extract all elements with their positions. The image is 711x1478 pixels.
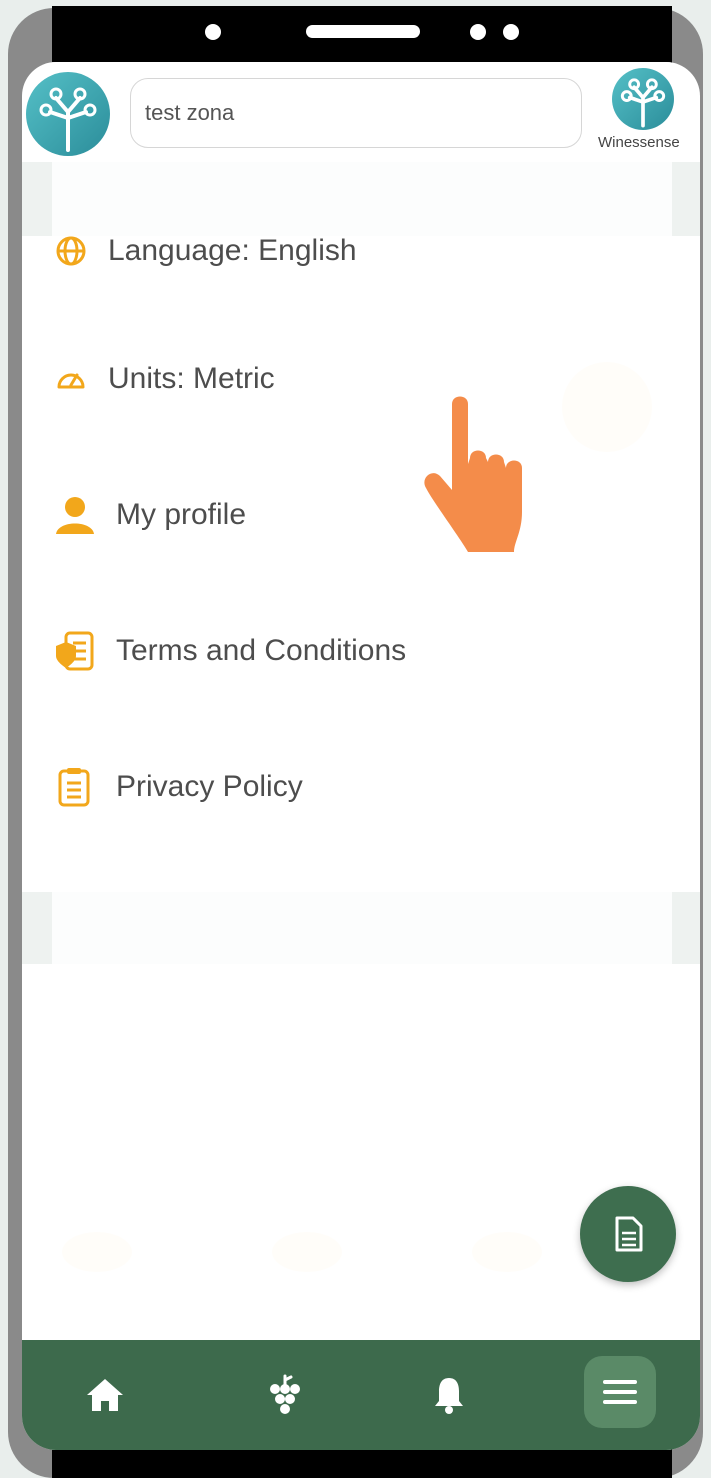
menu-item-label: Terms and Conditions [116, 634, 407, 667]
report-fab-button[interactable] [580, 1186, 676, 1282]
globe-icon [54, 234, 88, 268]
nav-home-button[interactable] [70, 1360, 140, 1430]
menu-item-terms[interactable]: Terms and Conditions [54, 630, 406, 672]
menu-item-label: My profile [116, 498, 247, 531]
bottom-navigation [22, 1340, 700, 1450]
grapes-icon [270, 1374, 300, 1414]
clipboard-icon [54, 766, 96, 808]
speaker-pill [306, 25, 420, 38]
home-icon [87, 1379, 123, 1411]
brand-avatar[interactable] [612, 68, 674, 130]
nav-vineyard-button[interactable] [250, 1360, 320, 1430]
document-shield-icon [54, 630, 96, 672]
tap-hand-icon [410, 392, 530, 577]
document-icon [615, 1216, 643, 1252]
sensor-dot [503, 24, 519, 40]
menu-item-label: Units: Metric [108, 362, 275, 395]
phone-frame: test zona Winessense Language: English U… [0, 0, 711, 1478]
menu-item-privacy[interactable]: Privacy Policy [54, 766, 303, 808]
brand-name: Winessense [598, 134, 680, 151]
vine-logo-icon [39, 87, 97, 152]
zone-search-input[interactable]: test zona [130, 78, 582, 148]
camera-dot [205, 24, 221, 40]
menu-item-label: Language: English [108, 234, 357, 267]
menu-item-profile[interactable]: My profile [54, 494, 246, 536]
app-logo[interactable] [26, 72, 110, 156]
menu-item-language[interactable]: Language: English [54, 234, 357, 268]
sensor-dot [470, 24, 486, 40]
app-screen: test zona Winessense Language: English U… [22, 62, 700, 1450]
menu-icon [603, 1380, 637, 1404]
menu-overlay [52, 62, 672, 1450]
nav-menu-button[interactable] [584, 1356, 656, 1428]
bell-icon [435, 1378, 463, 1414]
gauge-icon [54, 362, 88, 396]
vine-logo-icon [620, 78, 666, 128]
nav-alerts-button[interactable] [414, 1360, 484, 1430]
menu-item-label: Privacy Policy [116, 770, 303, 803]
user-icon [54, 494, 96, 536]
menu-item-units[interactable]: Units: Metric [54, 362, 275, 396]
